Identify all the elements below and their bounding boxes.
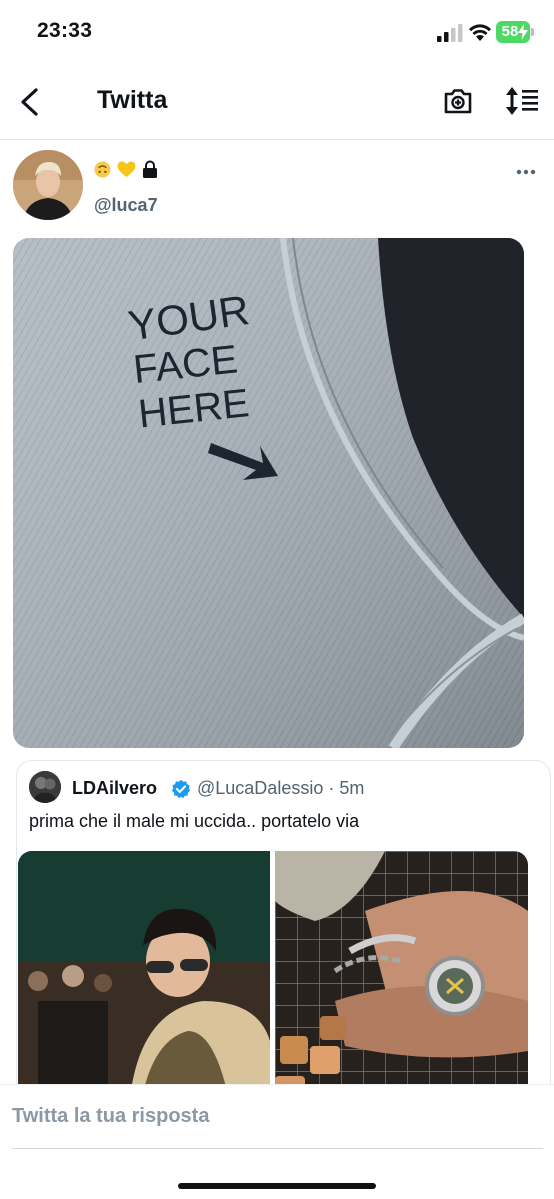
avatar[interactable] [13,150,83,220]
home-indicator[interactable] [178,1183,376,1189]
tweet-header: @luca7 [0,140,554,235]
page-title: Twitta [97,86,168,114]
wifi-icon [469,24,491,41]
quoted-tweet-text: prima che il male mi uccida.. portatelo … [29,811,360,831]
more-options-icon[interactable] [516,169,536,175]
quoted-media-image-1[interactable] [18,851,270,1119]
nav-bar: Twitta [0,66,554,140]
quoted-tweet-card[interactable]: LDAilvero @LucaDalessio · 5m prima che i… [16,760,551,1120]
verified-badge-icon [171,779,191,799]
reply-input[interactable]: Twitta la tua risposta [12,1105,209,1128]
battery-tip [531,28,534,36]
lock-icon [143,160,157,178]
yellow-heart-icon [117,160,136,177]
quoted-avatar[interactable] [29,771,61,803]
cellular-signal-icon [437,24,463,42]
status-bar: 23:33 58 [0,0,554,66]
status-time: 23:33 [37,19,93,42]
upside-down-face-emoji-icon [94,160,111,178]
camera-plus-icon[interactable] [443,86,473,116]
tweet-media-image[interactable]: YOUR FACE HERE [13,238,524,748]
battery-indicator: 58 [496,21,534,43]
reply-composer: Twitta la tua risposta [0,1084,554,1199]
user-handle[interactable]: @luca7 [94,195,158,216]
quoted-handle-time: @LucaDalessio · 5m [197,778,365,798]
back-icon[interactable] [17,87,43,117]
sort-icon[interactable] [505,86,539,116]
quoted-display-name[interactable]: LDAilvero [72,778,157,799]
charging-bolt-icon [518,24,528,40]
reply-divider [12,1148,543,1149]
quoted-media-image-2[interactable] [275,851,528,1119]
display-name[interactable] [94,160,158,178]
